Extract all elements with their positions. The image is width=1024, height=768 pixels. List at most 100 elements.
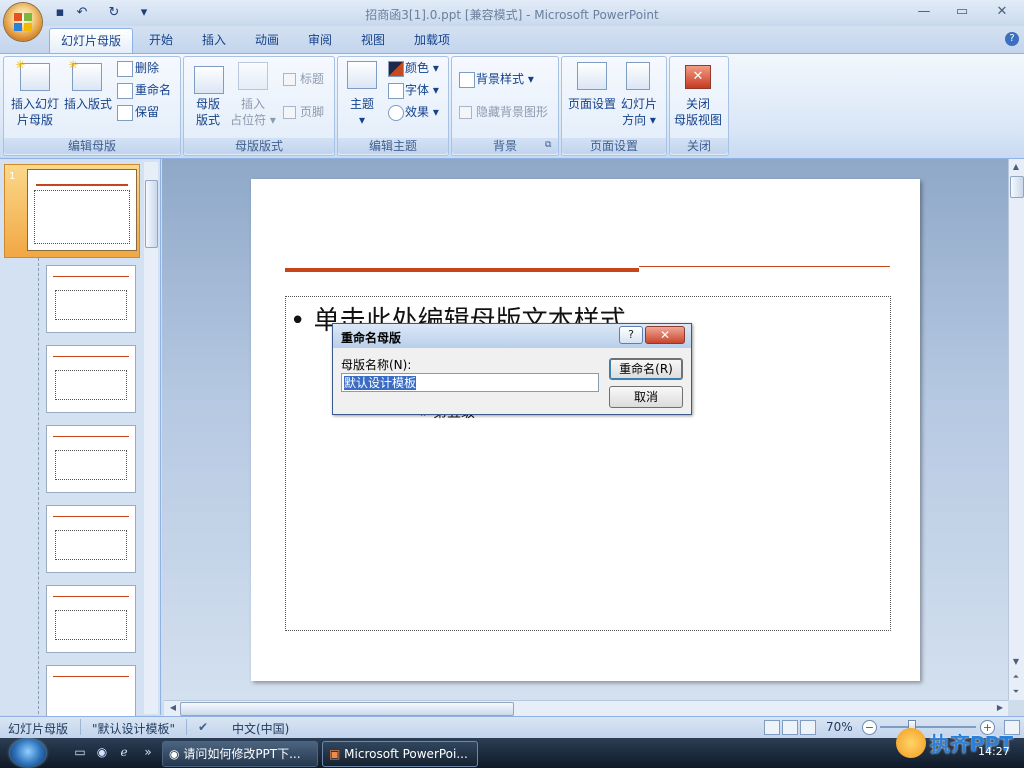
status-view-name: 幻灯片母版	[8, 722, 69, 736]
office-logo-icon	[14, 13, 32, 31]
spelling-check-icon[interactable]: ✔	[198, 720, 208, 734]
window-title: 招商函3[1].0.ppt [兼容模式] - Microsoft PowerPo…	[365, 8, 659, 22]
effects-icon[interactable]	[388, 105, 404, 121]
cancel-button[interactable]: 取消	[609, 386, 683, 408]
status-separator	[186, 719, 187, 735]
background-styles-icon[interactable]	[459, 72, 475, 88]
fonts-button[interactable]: 字体 ▾	[405, 82, 439, 98]
new-star-icon: ✳	[68, 58, 79, 72]
slide-orientation-icon[interactable]	[626, 62, 650, 90]
footer-checkbox-label: 页脚	[300, 105, 325, 119]
tab-addins[interactable]: 加载项	[405, 28, 459, 52]
tab-home[interactable]: 开始	[140, 28, 182, 52]
thumbnail-layout[interactable]	[46, 665, 136, 717]
thumbnail-layout[interactable]	[46, 505, 136, 573]
quick-launch-more-icon[interactable]: »	[140, 744, 156, 760]
thumbnail-number: 1	[9, 171, 16, 182]
group-label: 关闭	[670, 138, 728, 154]
scroll-down-icon[interactable]: ▼	[1009, 655, 1023, 669]
group-label: 编辑主题	[338, 138, 448, 154]
zoom-level[interactable]: 70%	[826, 720, 853, 734]
thumbnail-layout[interactable]	[46, 425, 136, 493]
rename-button[interactable]: 重命名(R)	[609, 358, 683, 380]
slide-sorter-view-icon[interactable]	[782, 720, 798, 735]
close-master-view-button[interactable]: 关闭 母版视图	[671, 96, 725, 128]
slideshow-view-icon[interactable]	[800, 720, 816, 735]
close-master-view-icon[interactable]: ✕	[685, 65, 711, 89]
thumbnail-scroll-thumb[interactable]	[145, 180, 158, 248]
footer-checkbox	[283, 106, 296, 119]
minimize-button[interactable]: —	[914, 4, 934, 20]
dialog-title: 重命名母版	[341, 331, 402, 345]
delete-icon[interactable]	[117, 61, 133, 77]
scroll-up-icon[interactable]: ▲	[1009, 160, 1023, 174]
scroll-right-icon[interactable]: ▶	[993, 701, 1007, 715]
group-label: 背景	[452, 138, 558, 154]
start-button[interactable]	[10, 739, 46, 767]
preserve-button[interactable]: 保留	[135, 104, 159, 120]
preserve-icon[interactable]	[117, 105, 133, 121]
show-desktop-icon[interactable]: ▭	[72, 744, 88, 760]
dialog-close-button[interactable]: ✕	[645, 326, 685, 344]
slide-accent-line	[285, 268, 639, 272]
thumbnail-slide	[27, 169, 137, 251]
zoom-out-icon[interactable]: −	[862, 720, 877, 735]
thumbnail-master-selected[interactable]: 1	[4, 164, 140, 258]
normal-view-icon[interactable]	[764, 720, 780, 735]
page-setup-icon[interactable]	[577, 62, 607, 90]
help-icon[interactable]: ?	[1005, 32, 1019, 46]
master-layout-icon[interactable]	[194, 66, 224, 94]
group-label: 编辑母版	[4, 138, 180, 154]
thumbnail-layout[interactable]	[46, 585, 136, 653]
delete-button[interactable]: 删除	[135, 60, 159, 76]
status-separator	[80, 719, 81, 735]
colors-icon[interactable]	[388, 61, 404, 77]
next-slide-icon[interactable]: ⏷	[1009, 685, 1023, 699]
tab-slide-master[interactable]: 幻灯片母版	[49, 28, 133, 53]
browser-icon[interactable]: ℯ	[116, 744, 132, 760]
scroll-left-icon[interactable]: ◀	[166, 701, 180, 715]
tab-review[interactable]: 审阅	[299, 28, 341, 52]
horizontal-scroll-thumb[interactable]	[180, 702, 514, 716]
tab-animations[interactable]: 动画	[246, 28, 288, 52]
dialog-help-button[interactable]: ?	[619, 326, 643, 344]
background-dialog-launcher-icon[interactable]: ⧉	[545, 140, 555, 150]
slide-orientation-button[interactable]: 幻灯片 方向 ▾	[617, 96, 661, 128]
thumbnail-layout[interactable]	[46, 345, 136, 413]
master-name-input[interactable]: 默认设计模板	[341, 373, 599, 392]
close-window-button[interactable]: ✕	[992, 4, 1012, 20]
maximize-button[interactable]: ▭	[952, 4, 972, 20]
browser-task-icon: ◉	[169, 747, 180, 761]
taskbar-item-browser[interactable]: ◉ 请问如何修改PPT下...	[162, 741, 318, 767]
insert-layout-button[interactable]: 插入版式	[62, 96, 114, 112]
master-name-selected-text: 默认设计模板	[344, 376, 417, 390]
fonts-icon[interactable]	[388, 83, 404, 99]
quick-launch-icon[interactable]: ◉	[94, 744, 110, 760]
themes-button[interactable]: 主题 ▾	[342, 96, 382, 128]
insert-slide-master-button[interactable]: 插入幻灯 片母版	[6, 96, 64, 128]
previous-slide-icon[interactable]: ⏶	[1009, 670, 1023, 684]
vertical-scrollbar[interactable]	[1008, 159, 1024, 700]
rename-icon[interactable]	[117, 83, 133, 99]
title-checkbox	[283, 73, 296, 86]
vertical-scroll-thumb[interactable]	[1010, 176, 1024, 198]
group-label: 母版版式	[184, 138, 334, 154]
effects-button[interactable]: 效果 ▾	[405, 104, 439, 120]
thumbnail-tree-line	[38, 258, 40, 714]
colors-button[interactable]: 颜色 ▾	[405, 60, 439, 76]
rename-button[interactable]: 重命名	[135, 82, 171, 98]
office-button[interactable]	[4, 3, 42, 41]
master-layout-button[interactable]: 母版 版式	[188, 96, 228, 128]
page-setup-button[interactable]: 页面设置	[565, 96, 619, 112]
thumbnail-layout[interactable]	[46, 265, 136, 333]
background-styles-button[interactable]: 背景样式 ▾	[476, 71, 534, 87]
powerpoint-task-icon: ▣	[329, 747, 341, 761]
tab-view[interactable]: 视图	[352, 28, 394, 52]
themes-icon[interactable]	[347, 61, 377, 89]
rename-master-dialog: 重命名母版 ? ✕ 母版名称(N): 默认设计模板 重命名(R) 取消	[332, 323, 692, 415]
title-checkbox-label: 标题	[300, 72, 325, 86]
taskbar-item-powerpoint[interactable]: ▣ Microsoft PowerPoi...	[322, 741, 478, 767]
tab-insert[interactable]: 插入	[193, 28, 235, 52]
insert-placeholder-icon	[238, 62, 268, 90]
status-language[interactable]: 中文(中国)	[232, 720, 289, 737]
